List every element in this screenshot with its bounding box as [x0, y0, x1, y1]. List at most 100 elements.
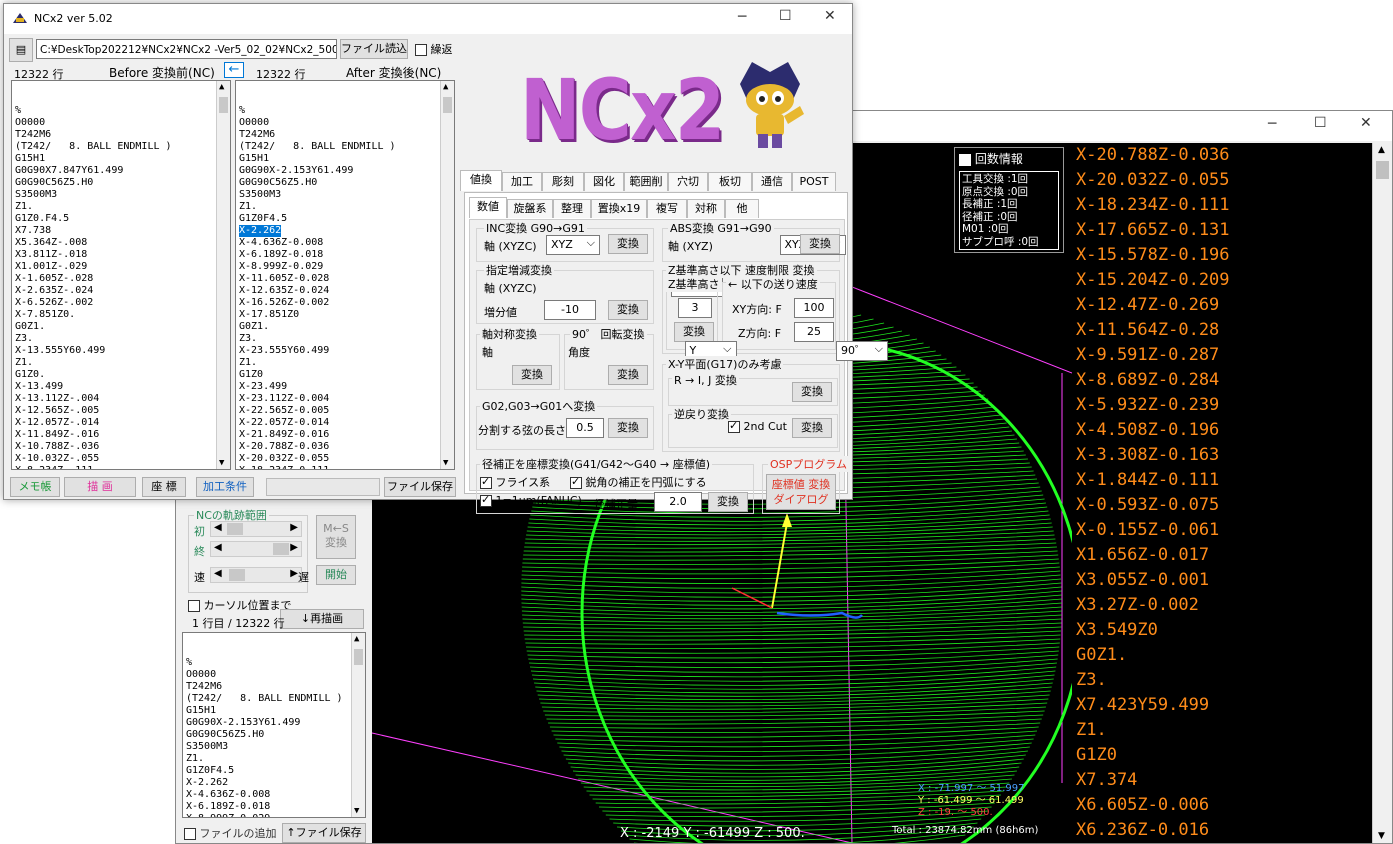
code-line[interactable]: X-23.499 — [239, 381, 454, 393]
read-file-button[interactable]: ファイル読込 — [340, 39, 408, 59]
code-line[interactable]: X-6.189Z-0.018 — [186, 801, 365, 813]
incdec-convert-button[interactable]: 変換 — [608, 300, 648, 320]
code-line[interactable]: O0000 — [239, 117, 454, 129]
coord-button[interactable]: 座 標 — [142, 477, 186, 497]
code-line[interactable]: Z3. — [239, 333, 454, 345]
code-line[interactable]: X7.738 — [15, 225, 230, 237]
zbase-height-input[interactable]: 3 — [678, 298, 712, 318]
code-line[interactable]: T242M6 — [239, 129, 454, 141]
code-line[interactable]: X-2.635Z-.024 — [15, 285, 230, 297]
tab-4[interactable]: 置換x19 — [591, 199, 647, 218]
code-line[interactable]: X-4.636Z-0.008 — [186, 789, 365, 801]
code-line[interactable]: X-13.112Z-.004 — [15, 393, 230, 405]
code-line[interactable]: G0G90C56Z5.H0 — [239, 177, 454, 189]
tab-6[interactable]: 対称 — [687, 199, 725, 218]
tab-9[interactable]: POST — [792, 172, 836, 191]
code-line[interactable]: S3500M3 — [186, 741, 365, 753]
draw-button[interactable]: 描 画 — [64, 477, 136, 497]
code-line[interactable]: X-4.636Z-0.008 — [239, 237, 454, 249]
code-line[interactable]: Z1. — [239, 357, 454, 369]
tab-7[interactable]: 板切 — [708, 172, 752, 191]
code-line[interactable]: X-10.788Z-.036 — [15, 441, 230, 453]
code-line[interactable]: % — [186, 657, 365, 669]
code-line[interactable]: X-12.635Z-0.024 — [239, 285, 454, 297]
m-s-convert-button[interactable]: M←S 変換 — [316, 515, 356, 559]
reverse-convert-button[interactable]: 変換 — [792, 418, 832, 438]
code-line[interactable]: G15H1 — [239, 153, 454, 165]
code-line[interactable]: X-8.999Z-0.029 — [186, 813, 365, 817]
osp-dialog-button[interactable]: 座標値 変換 ダイアログ — [766, 474, 836, 510]
code-line[interactable]: T242M6 — [15, 129, 230, 141]
code-line[interactable]: X-6.526Z-.002 — [15, 297, 230, 309]
code-line[interactable]: X-8.999Z-0.029 — [239, 261, 454, 273]
after-code-list[interactable]: % O0000 T242M6 (T242/ 8. BALL ENDMILL ) G15H… — [235, 80, 455, 470]
code-line[interactable]: X-18.234Z-0.111 — [239, 465, 454, 469]
repeat-checkbox[interactable] — [415, 44, 427, 56]
code-line[interactable]: X-20.032Z-0.055 — [239, 453, 454, 465]
code-line[interactable]: T242M6 — [186, 681, 365, 693]
tab-5[interactable]: 複写 — [647, 199, 687, 218]
code-line[interactable]: (T242/ 8. BALL ENDMILL ) — [186, 693, 365, 705]
g02-convert-button[interactable]: 変換 — [608, 418, 648, 438]
code-line[interactable]: G0Z1. — [239, 321, 454, 333]
code-line[interactable]: G1Z0F4.5 — [186, 765, 365, 777]
code-line[interactable]: Z1. — [186, 753, 365, 765]
code-line[interactable]: G0G90C56Z5.H0 — [186, 729, 365, 741]
minimize-icon[interactable]: ─ — [738, 9, 746, 25]
code-line[interactable]: G0G90X-2.153Y61.499 — [239, 165, 454, 177]
code-line[interactable]: G15H1 — [186, 705, 365, 717]
rij-convert-button[interactable]: 変換 — [792, 382, 832, 402]
code-line[interactable]: X3.811Z-.018 — [15, 249, 230, 261]
open-folder-icon[interactable]: ▤ — [9, 38, 33, 62]
code-panel-scrollbar[interactable]: ▲ ▼ — [1372, 143, 1392, 843]
code-line[interactable]: X5.364Z-.008 — [15, 237, 230, 249]
code-line[interactable]: X-20.788Z-0.036 — [239, 441, 454, 453]
code-line[interactable]: Z3. — [15, 333, 230, 345]
code-line[interactable]: S3500M3 — [239, 189, 454, 201]
code-line[interactable]: Z1. — [239, 201, 454, 213]
code-line[interactable]: % — [15, 105, 230, 117]
before-code-list[interactable]: % O0000 T242M6 (T242/ 8. BALL ENDMILL ) G15H… — [11, 80, 231, 470]
code-line[interactable]: % — [239, 105, 454, 117]
comp-amount-input[interactable]: 2.0 — [654, 492, 702, 512]
code-line[interactable]: G15H1 — [15, 153, 230, 165]
start-button[interactable]: 開始 — [316, 565, 356, 585]
xy-feed-input[interactable]: 100 — [794, 298, 834, 318]
symmetry-convert-button[interactable]: 変換 — [512, 365, 552, 385]
code-line[interactable]: X-10.032Z-.055 — [15, 453, 230, 465]
code-line[interactable]: X-21.849Z-0.016 — [239, 429, 454, 441]
comp-convert-button[interactable]: 変換 — [708, 492, 748, 512]
code-line[interactable]: G0G90C56Z5.H0 — [15, 177, 230, 189]
code-line[interactable]: G1Z0.F4.5 — [15, 213, 230, 225]
code-line[interactable]: X-2.262 — [239, 225, 282, 237]
count-info-checkbox[interactable] — [959, 152, 971, 166]
tab-8[interactable]: 通信 — [752, 172, 792, 191]
code-line[interactable]: Z1. — [15, 357, 230, 369]
mill-checkbox[interactable] — [480, 475, 492, 489]
code-line[interactable]: Z1. — [15, 201, 230, 213]
viewer-save-button[interactable]: ↑ファイル保存 — [282, 823, 366, 843]
maximize-icon[interactable]: ☐ — [779, 8, 792, 24]
tab-5[interactable]: 範囲削 — [624, 172, 668, 191]
code-line[interactable]: O0000 — [186, 669, 365, 681]
redraw-button[interactable]: ↓再描画 — [280, 609, 364, 629]
fanuc-checkbox[interactable] — [480, 493, 492, 507]
tab-7[interactable]: 他 — [725, 199, 759, 218]
code-line[interactable]: X-23.112Z-0.004 — [239, 393, 454, 405]
code-line[interactable]: G1Z0F4.5 — [239, 213, 454, 225]
tab-2[interactable]: 旋盤系 — [507, 199, 553, 218]
z-feed-input[interactable]: 25 — [794, 322, 834, 342]
viewer-list-scrollbar[interactable]: ▲ ▼ — [351, 633, 365, 817]
code-line[interactable]: O0000 — [15, 117, 230, 129]
code-line[interactable]: X-16.526Z-0.002 — [239, 297, 454, 309]
code-line[interactable]: X-13.555Y60.499 — [15, 345, 230, 357]
save-file-button[interactable]: ファイル保存 — [384, 477, 456, 497]
code-line[interactable]: X-23.555Y60.499 — [239, 345, 454, 357]
code-line[interactable]: G1Z0. — [15, 369, 230, 381]
code-line[interactable]: X-17.851Z0 — [239, 309, 454, 321]
code-line[interactable]: X-1.605Z-.028 — [15, 273, 230, 285]
tab-3[interactable]: 彫刻 — [542, 172, 584, 191]
arc-checkbox[interactable] — [570, 475, 582, 489]
end-slider[interactable]: ◀ ▶ — [210, 541, 302, 557]
abs-convert-button[interactable]: 変換 — [800, 234, 840, 254]
